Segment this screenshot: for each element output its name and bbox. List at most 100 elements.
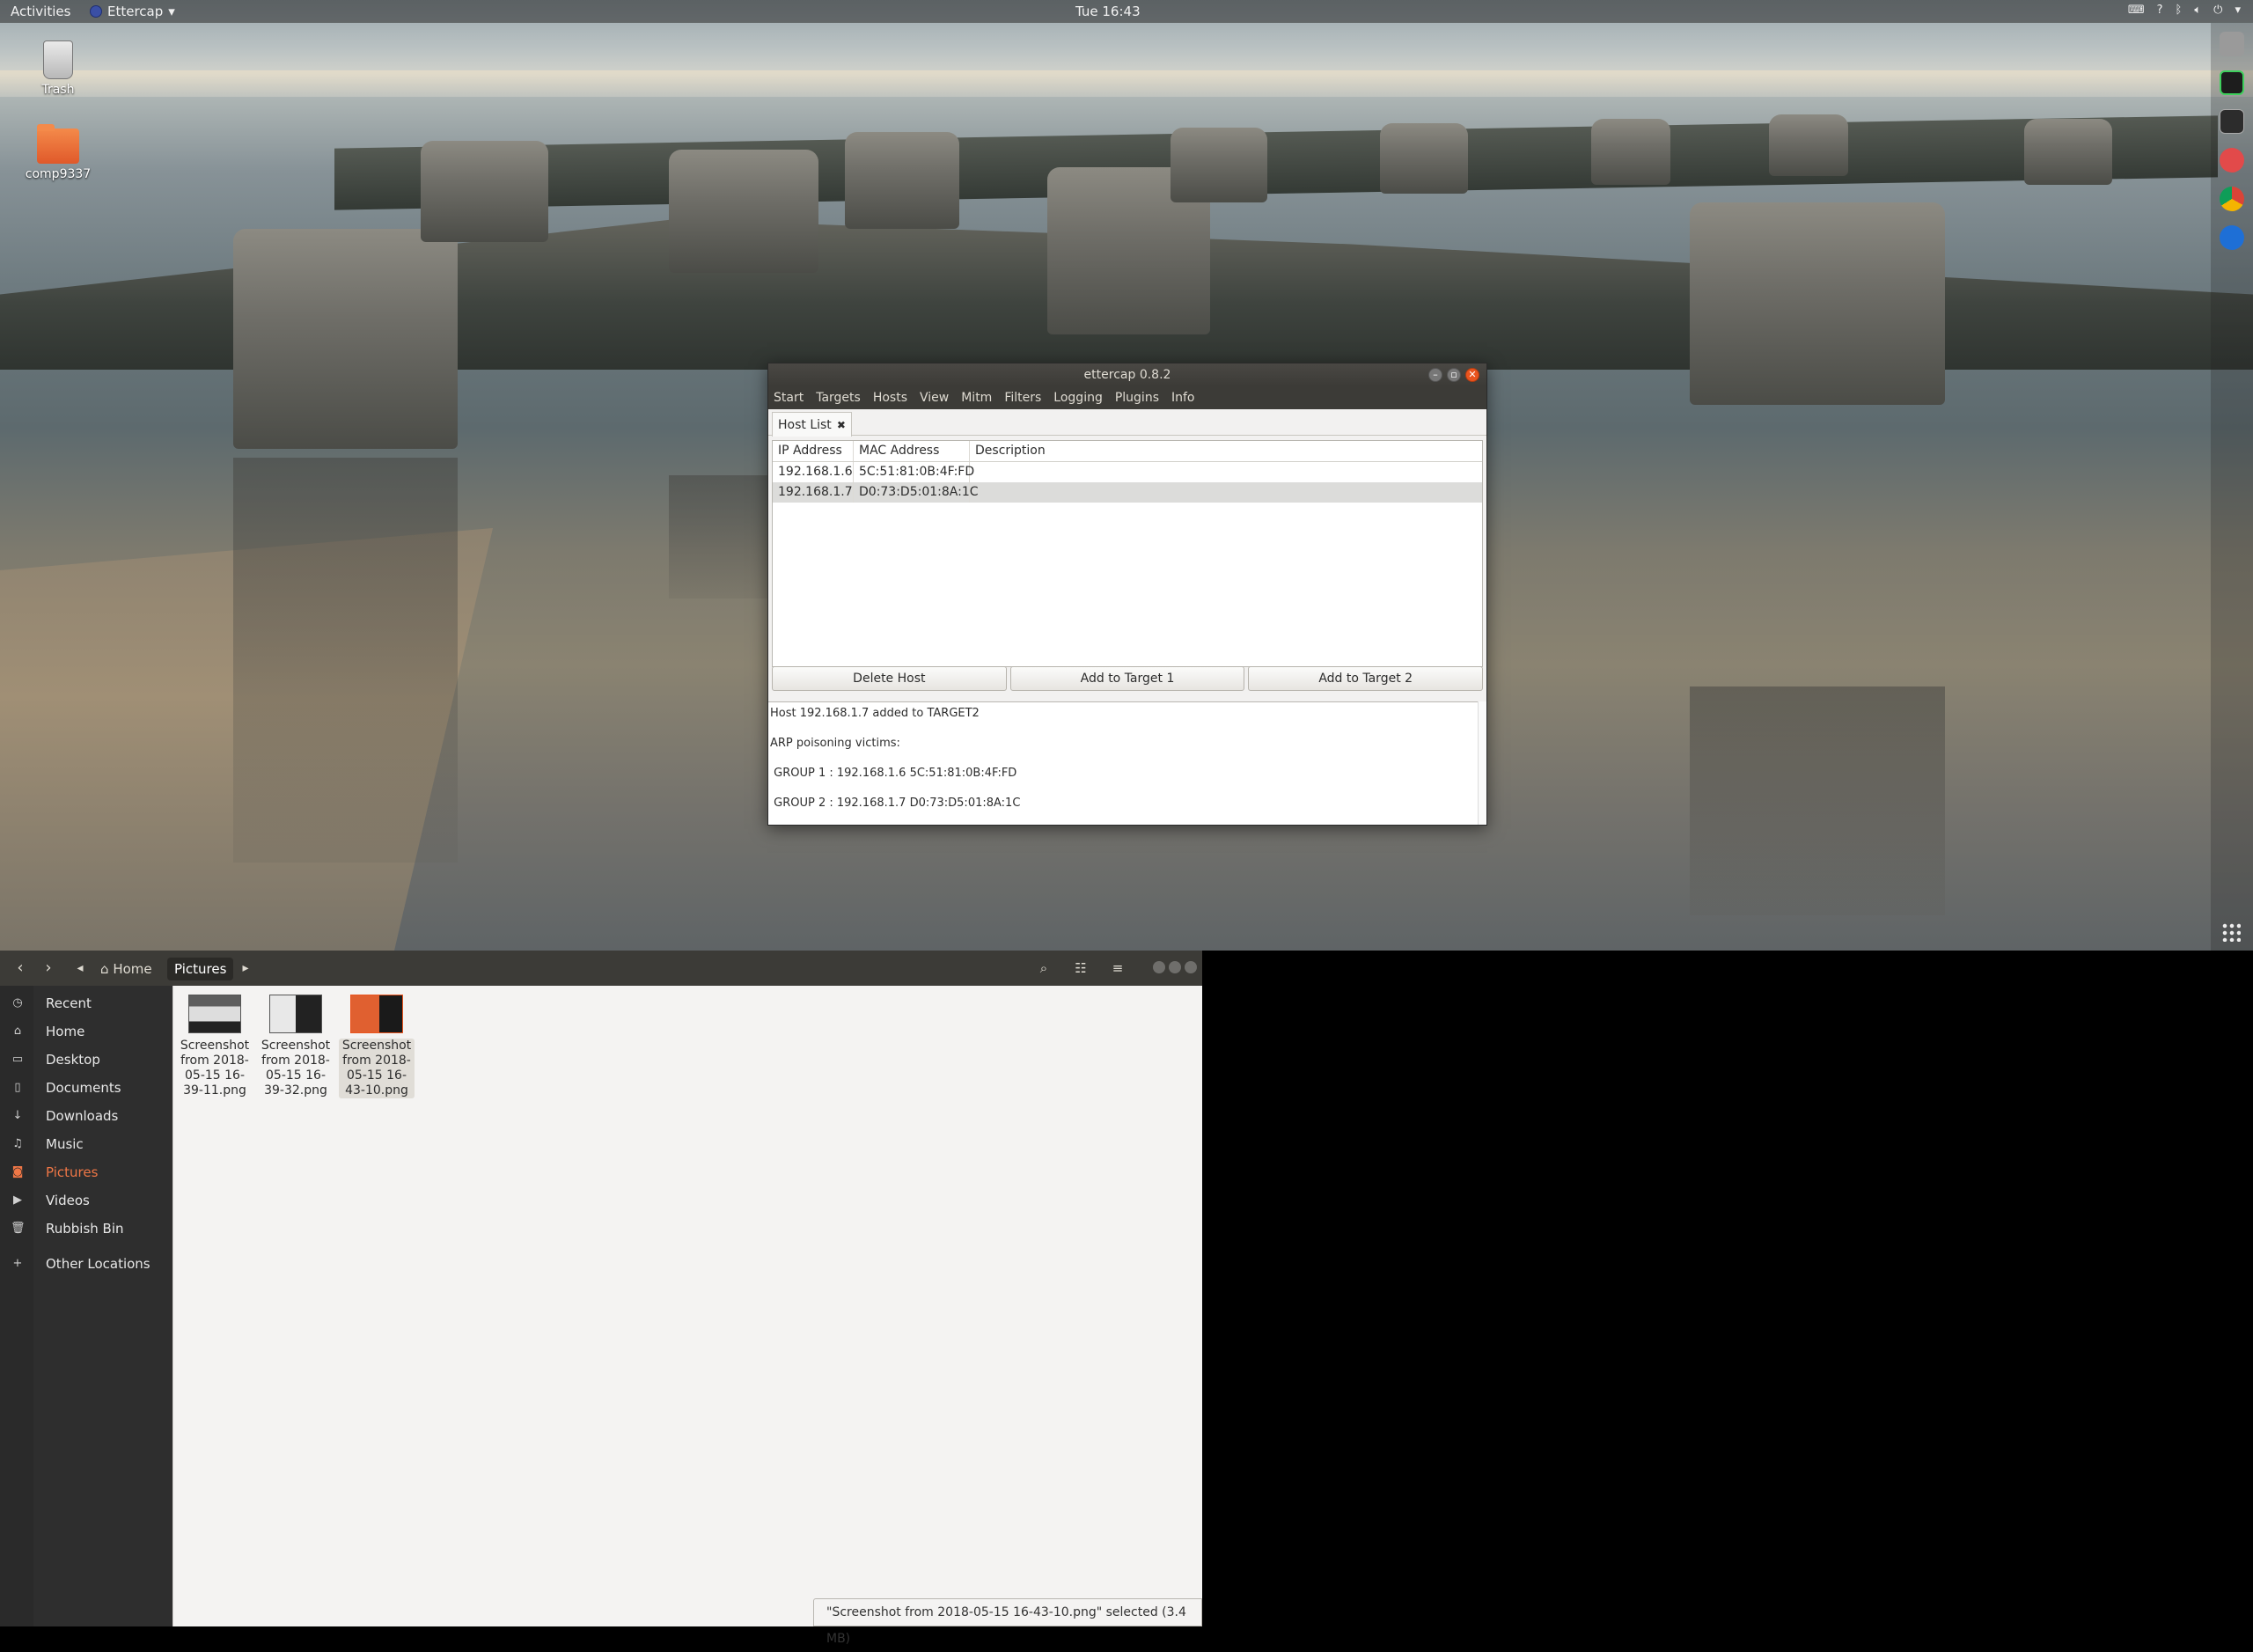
search-icon[interactable]: ⌕ <box>1033 958 1054 978</box>
cell-description <box>970 462 1482 482</box>
trash-icon: 🗑︎ <box>11 1222 26 1235</box>
desktop-icon-label: comp9337 <box>25 167 92 181</box>
maximize-button[interactable] <box>1169 961 1181 973</box>
volume-icon[interactable]: 🔈︎ <box>2194 4 2201 17</box>
sidebar-item-label: Home <box>46 1024 85 1039</box>
software-dock-icon[interactable] <box>2220 148 2244 173</box>
add-target1-button[interactable]: Add to Target 1 <box>1009 666 1245 691</box>
sidebar-item-documents[interactable]: ▯ Documents <box>0 1076 172 1100</box>
ettercap-app-icon <box>90 5 102 18</box>
log-scrollbar[interactable] <box>1478 701 1486 825</box>
sidebar-item-label: Rubbish Bin <box>46 1221 124 1237</box>
sidebar-item-label: Pictures <box>46 1164 99 1180</box>
column-description[interactable]: Description <box>970 441 1482 461</box>
image-thumbnail <box>350 995 403 1033</box>
column-ip[interactable]: IP Address <box>773 441 854 461</box>
desktop-icon-label: Trash <box>41 83 75 97</box>
tab-bar: Host List ✖ <box>768 409 1486 437</box>
sidebar-item-pictures[interactable]: ◙ Pictures <box>0 1160 172 1185</box>
pycharm-dock-icon[interactable] <box>2220 70 2244 95</box>
menu-icon[interactable]: ≡ <box>1107 958 1128 978</box>
breadcrumb-home[interactable]: ⌂ Home <box>93 958 159 980</box>
menu-info[interactable]: Info <box>1171 386 1195 409</box>
app-grid-icon[interactable] <box>2221 922 2241 942</box>
breadcrumb-right-icon[interactable]: ▸ <box>234 958 257 979</box>
menu-targets[interactable]: Targets <box>816 386 861 409</box>
maximize-button[interactable]: ▫ <box>1447 368 1461 382</box>
sidebar-item-music[interactable]: ♫ Music <box>0 1132 172 1156</box>
clock[interactable]: Tue 16:43 <box>1075 4 1141 19</box>
sidebar-item-home[interactable]: ⌂ Home <box>0 1019 172 1044</box>
chrome-dock-icon[interactable] <box>2220 187 2244 211</box>
menu-plugins[interactable]: Plugins <box>1115 386 1159 409</box>
column-mac[interactable]: MAC Address <box>854 441 970 461</box>
ettercap-dock-icon[interactable] <box>2220 225 2244 250</box>
files-header: ‹ › ◂ ⌂ Home Pictures ▸ ⌕ ☷ ≡ <box>0 951 1202 986</box>
back-button[interactable]: ‹ <box>9 958 32 979</box>
close-tab-icon[interactable]: ✖ <box>837 419 846 431</box>
menu-hosts[interactable]: Hosts <box>873 386 907 409</box>
cell-ip: 192.168.1.6 <box>773 462 854 482</box>
keyboard-icon[interactable]: ⌨ <box>2128 4 2145 17</box>
log-line: Host 192.168.1.7 added to TARGET2 <box>770 707 980 720</box>
app-menu-label: Ettercap <box>107 4 164 19</box>
sidebar-item-desktop[interactable]: ▭ Desktop <box>0 1047 172 1072</box>
menu-bar: Start Targets Hosts View Mitm Filters Lo… <box>768 386 1486 409</box>
menu-view[interactable]: View <box>920 386 949 409</box>
power-icon[interactable]: ⏻ <box>2213 4 2222 17</box>
sidebar-item-other-locations[interactable]: + Other Locations <box>0 1252 172 1276</box>
image-thumbnail <box>188 995 241 1033</box>
add-target2-button[interactable]: Add to Target 2 <box>1248 666 1484 691</box>
file-name: Screenshot from 2018-05-15 16-43-10.png <box>339 1039 415 1098</box>
cell-description <box>970 482 1482 503</box>
log-panel[interactable]: Host 192.168.1.7 added to TARGET2 ARP po… <box>768 701 1486 825</box>
log-line: GROUP 2 : 192.168.1.7 D0:73:D5:01:8A:1C <box>770 797 1021 810</box>
tab-host-list[interactable]: Host List ✖ <box>772 412 852 437</box>
table-row[interactable]: 192.168.1.7 D0:73:D5:01:8A:1C <box>773 482 1482 503</box>
table-row[interactable]: 192.168.1.6 5C:51:81:0B:4F:FD <box>773 462 1482 482</box>
window-title: ettercap 0.8.2 <box>1083 368 1171 382</box>
sidebar-item-recent[interactable]: ◷ Recent <box>0 991 172 1016</box>
file-item[interactable]: Screenshot from 2018-05-15 16-39-11.png <box>177 995 253 1098</box>
places-sidebar: ◷ Recent ⌂ Home ▭ Desktop ▯ Documents ↓ Downl… <box>0 986 172 1626</box>
delete-host-button[interactable]: Delete Host <box>772 666 1007 691</box>
log-line: GROUP 1 : 192.168.1.6 5C:51:81:0B:4F:FD <box>770 767 1017 780</box>
files-window: ‹ › ◂ ⌂ Home Pictures ▸ ⌕ ☷ ≡ ◷ Recent ⌂ H… <box>0 951 1202 1626</box>
sidebar-item-label: Documents <box>46 1080 121 1096</box>
sidebar-item-downloads[interactable]: ↓ Downloads <box>0 1104 172 1128</box>
menu-filters[interactable]: Filters <box>1004 386 1041 409</box>
desktop-icon-folder[interactable]: comp9337 <box>14 124 102 181</box>
app-menu[interactable]: Ettercap ▾ <box>90 4 175 19</box>
system-tray[interactable]: ⌨ ? ᛒ 🔈︎ ⏻ ▾ <box>2128 4 2241 17</box>
trash-icon <box>43 40 73 79</box>
minimize-button[interactable]: – <box>1428 368 1442 382</box>
sidebar-item-label: Music <box>46 1136 84 1152</box>
view-toggle-icon[interactable]: ☷ <box>1070 958 1091 978</box>
menu-mitm[interactable]: Mitm <box>961 386 992 409</box>
window-titlebar[interactable]: ettercap 0.8.2 – ▫ ✕ <box>768 363 1486 386</box>
menu-logging[interactable]: Logging <box>1053 386 1103 409</box>
chevron-down-icon[interactable]: ▾ <box>2235 4 2241 17</box>
close-button[interactable]: ✕ <box>1465 368 1479 382</box>
sidebar-item-videos[interactable]: ▶ Videos <box>0 1188 172 1213</box>
help-icon[interactable]: ? <box>2157 4 2163 17</box>
file-item[interactable]: Screenshot from 2018-05-15 16-39-32.png <box>258 995 334 1098</box>
forward-button[interactable]: › <box>37 958 60 979</box>
sidebar-item-rubbish-bin[interactable]: 🗑︎ Rubbish Bin <box>0 1216 172 1241</box>
music-icon: ♫ <box>12 1137 23 1150</box>
desktop-icon-trash[interactable]: Trash <box>14 40 102 97</box>
camera-icon: ◙ <box>11 1165 24 1178</box>
minimize-button[interactable] <box>1153 961 1165 973</box>
breadcrumb-left-icon[interactable]: ◂ <box>69 958 92 979</box>
activities-button[interactable]: Activities <box>11 4 70 19</box>
breadcrumb-current[interactable]: Pictures <box>167 958 234 980</box>
menu-start[interactable]: Start <box>774 386 804 409</box>
download-icon: ↓ <box>12 1109 23 1122</box>
close-button[interactable] <box>1185 961 1197 973</box>
host-table: IP Address MAC Address Description 192.1… <box>772 440 1483 667</box>
files-dock-icon[interactable] <box>2220 32 2244 56</box>
bluetooth-icon[interactable]: ᛒ <box>2176 4 2183 17</box>
ettercap-window: ettercap 0.8.2 – ▫ ✕ Start Targets Hosts… <box>767 363 1487 826</box>
file-item[interactable]: Screenshot from 2018-05-15 16-43-10.png <box>339 995 415 1098</box>
terminal-dock-icon[interactable] <box>2220 109 2244 134</box>
